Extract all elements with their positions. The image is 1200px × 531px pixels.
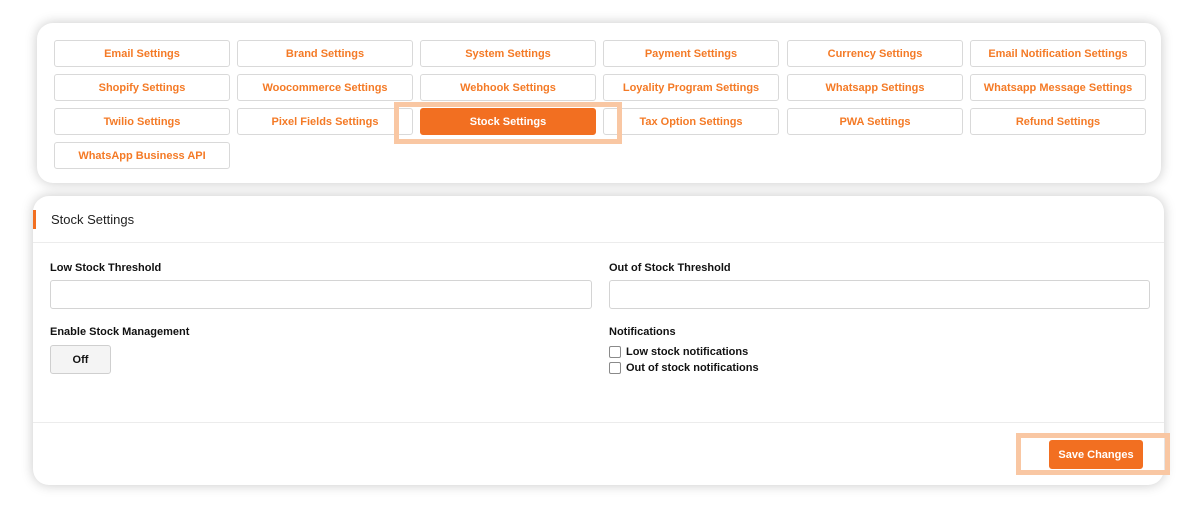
tab-currency-settings[interactable]: Currency Settings bbox=[787, 40, 963, 67]
low-stock-threshold-input[interactable] bbox=[50, 280, 592, 309]
tab-whatsapp-business-api[interactable]: WhatsApp Business API bbox=[54, 142, 230, 169]
enable-stock-management-label: Enable Stock Management bbox=[50, 326, 190, 338]
tab-pwa-settings[interactable]: PWA Settings bbox=[787, 108, 963, 135]
save-button-highlight bbox=[1016, 433, 1170, 475]
tab-shopify-settings[interactable]: Shopify Settings bbox=[54, 74, 230, 101]
notifications-label: Notifications bbox=[609, 326, 676, 338]
tab-webhook-settings[interactable]: Webhook Settings bbox=[420, 74, 596, 101]
panel-title: Stock Settings bbox=[51, 212, 135, 227]
panel-footer-divider bbox=[33, 422, 1164, 423]
stock-management-toggle[interactable]: Off bbox=[50, 345, 111, 374]
tab-whatsapp-settings[interactable]: Whatsapp Settings bbox=[787, 74, 963, 101]
low-stock-notification-row[interactable]: Low stock notifications bbox=[609, 346, 748, 358]
out-of-stock-checkbox[interactable] bbox=[609, 362, 621, 374]
header-accent-bar bbox=[33, 210, 36, 229]
tab-system-settings[interactable]: System Settings bbox=[420, 40, 596, 67]
tab-whatsapp-message-settings[interactable]: Whatsapp Message Settings bbox=[970, 74, 1146, 101]
tab-pixel-fields-settings[interactable]: Pixel Fields Settings bbox=[237, 108, 413, 135]
low-stock-checkbox-label: Low stock notifications bbox=[626, 346, 749, 358]
stock-tab-highlight bbox=[394, 102, 622, 144]
out-of-stock-checkbox-label: Out of stock notifications bbox=[626, 362, 759, 374]
out-of-stock-threshold-input[interactable] bbox=[609, 280, 1150, 309]
tab-email-notification-settings[interactable]: Email Notification Settings bbox=[970, 40, 1146, 67]
tab-refund-settings[interactable]: Refund Settings bbox=[970, 108, 1146, 135]
stock-settings-panel: Stock Settings Low Stock Threshold Out o… bbox=[33, 196, 1164, 485]
low-stock-threshold-label: Low Stock Threshold bbox=[50, 262, 162, 274]
tab-brand-settings[interactable]: Brand Settings bbox=[237, 40, 413, 67]
out-of-stock-notification-row[interactable]: Out of stock notifications bbox=[609, 362, 759, 374]
tab-email-settings[interactable]: Email Settings bbox=[54, 40, 230, 67]
tab-loyality-program-settings[interactable]: Loyality Program Settings bbox=[603, 74, 779, 101]
tab-tax-option-settings[interactable]: Tax Option Settings bbox=[603, 108, 779, 135]
tab-woocommerce-settings[interactable]: Woocommerce Settings bbox=[237, 74, 413, 101]
tab-payment-settings[interactable]: Payment Settings bbox=[603, 40, 779, 67]
tab-twilio-settings[interactable]: Twilio Settings bbox=[54, 108, 230, 135]
low-stock-checkbox[interactable] bbox=[609, 346, 621, 358]
out-of-stock-threshold-label: Out of Stock Threshold bbox=[609, 262, 731, 274]
panel-header: Stock Settings bbox=[33, 196, 1164, 243]
